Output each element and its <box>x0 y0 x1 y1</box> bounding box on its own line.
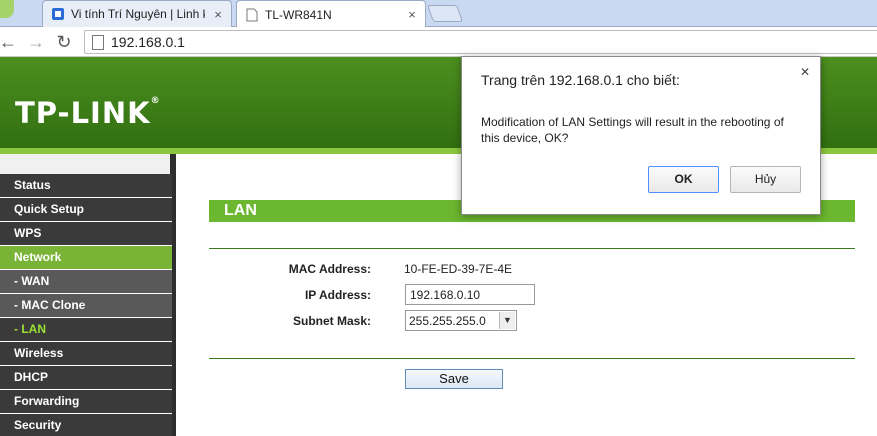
chevron-down-icon[interactable]: ▼ <box>499 312 515 329</box>
reload-icon[interactable]: ↻ <box>54 32 74 52</box>
tab-close-icon[interactable]: × <box>211 7 225 22</box>
sidebar-item-wan[interactable]: - WAN <box>0 270 172 294</box>
mac-address-label: MAC Address: <box>288 262 371 276</box>
confirm-dialog: Trang trên 192.168.0.1 cho biết: ✕ Modif… <box>461 56 821 215</box>
screen: Vi tính Trí Nguyên | Linh k × TL-WR841N … <box>0 0 877 436</box>
new-tab-button[interactable] <box>426 5 464 22</box>
tab-title: TL-WR841N <box>265 7 332 22</box>
tp-link-logo: TP-LINK® <box>15 96 161 130</box>
tab-close-icon[interactable]: × <box>405 7 419 22</box>
sidebar-item-lan[interactable]: - LAN <box>0 318 172 342</box>
mac-address-value: 10-FE-ED-39-7E-4E <box>404 262 513 276</box>
sidebar-item-wireless[interactable]: Wireless <box>0 342 172 366</box>
subnet-mask-label: Subnet Mask: <box>292 314 371 328</box>
dialog-message: Modification of LAN Settings will result… <box>481 115 784 145</box>
close-icon[interactable]: ✕ <box>800 65 810 79</box>
sidebar-spacer <box>0 154 176 174</box>
ip-address-label: IP Address: <box>304 288 371 302</box>
sidebar-item-dhcp[interactable]: DHCP <box>0 366 172 390</box>
divider-top <box>209 248 855 249</box>
sidebar-item-quick-setup[interactable]: Quick Setup <box>0 198 172 222</box>
browser-tab-1[interactable]: Vi tính Trí Nguyên | Linh k × <box>42 0 232 27</box>
page-icon <box>92 35 104 50</box>
tab-title: Vi tính Trí Nguyên | Linh k <box>71 7 205 21</box>
cancel-button[interactable]: Hủy <box>730 166 801 193</box>
divider-bottom <box>209 358 855 359</box>
sidebar-item-mac-clone[interactable]: - MAC Clone <box>0 294 172 318</box>
browser-tab-strip: Vi tính Trí Nguyên | Linh k × TL-WR841N … <box>0 0 877 28</box>
dialog-title: Trang trên 192.168.0.1 cho biết: <box>481 72 680 88</box>
sidebar-item-forwarding[interactable]: Forwarding <box>0 390 172 414</box>
address-url[interactable]: 192.168.0.1 <box>111 34 185 50</box>
profile-icon[interactable] <box>0 0 14 18</box>
sidebar-item-network[interactable]: Network <box>0 246 172 270</box>
back-arrow-icon[interactable]: ← <box>0 32 18 52</box>
browser-tab-2[interactable]: TL-WR841N × <box>236 0 426 28</box>
sidebar-menu: Status Quick Setup WPS Network - WAN - M… <box>0 154 176 436</box>
browser-toolbar: ← → ↻ 192.168.0.1 <box>0 27 877 57</box>
ok-button[interactable]: OK <box>648 166 719 193</box>
address-bar[interactable]: 192.168.0.1 <box>84 30 877 54</box>
site-favicon-icon <box>51 7 65 21</box>
sidebar-item-status[interactable]: Status <box>0 174 172 198</box>
subnet-mask-value: 255.255.255.0 <box>409 314 486 328</box>
sidebar-item-security[interactable]: Security <box>0 414 172 436</box>
subnet-mask-select[interactable]: 255.255.255.0 ▼ <box>405 310 517 331</box>
save-button[interactable]: Save <box>405 369 503 389</box>
forward-arrow-icon[interactable]: → <box>26 32 46 52</box>
sidebar-item-wps[interactable]: WPS <box>0 222 172 246</box>
page-icon <box>245 8 259 22</box>
section-title: LAN <box>224 202 257 219</box>
ip-address-input[interactable]: 192.168.0.10 <box>405 284 535 305</box>
